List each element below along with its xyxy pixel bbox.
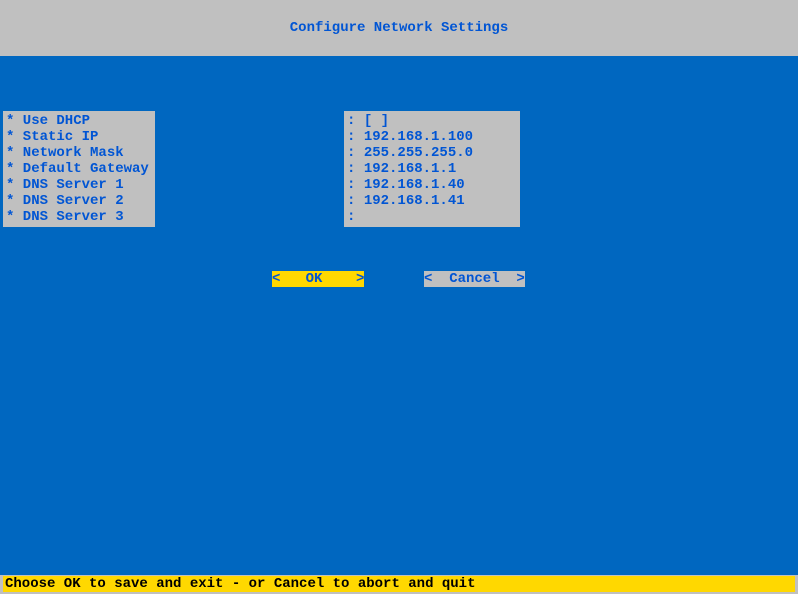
value-dns-2[interactable]: : 192.168.1.41 <box>344 193 520 209</box>
value-static-ip[interactable]: : 192.168.1.100 <box>344 129 520 145</box>
label-dns-2: * DNS Server 2 <box>3 193 155 209</box>
label-use-dhcp: * Use DHCP <box>3 113 155 129</box>
value-use-dhcp[interactable]: : [ ] <box>344 113 520 129</box>
status-bar: Choose OK to save and exit - or Cancel t… <box>3 576 795 592</box>
label-network-mask: * Network Mask <box>3 145 155 161</box>
ok-button[interactable]: < OK > <box>272 271 364 287</box>
label-default-gateway: * Default Gateway <box>3 161 155 177</box>
label-static-ip: * Static IP <box>3 129 155 145</box>
status-hint: Choose OK to save and exit - or Cancel t… <box>5 576 475 592</box>
button-row: < OK > < Cancel > <box>0 271 798 287</box>
form-values-column: : [ ] : 192.168.1.100 : 255.255.255.0 : … <box>344 111 520 227</box>
form-labels-column: * Use DHCP * Static IP * Network Mask * … <box>3 111 155 227</box>
value-dns-3[interactable]: : <box>344 209 520 225</box>
label-dns-1: * DNS Server 1 <box>3 177 155 193</box>
value-network-mask[interactable]: : 255.255.255.0 <box>344 145 520 161</box>
cancel-button[interactable]: < Cancel > <box>424 271 525 287</box>
main-panel: * Use DHCP * Static IP * Network Mask * … <box>0 56 798 575</box>
page-title: Configure Network Settings <box>290 20 508 36</box>
label-dns-3: * DNS Server 3 <box>3 209 155 225</box>
value-default-gateway[interactable]: : 192.168.1.1 <box>344 161 520 177</box>
title-bar: Configure Network Settings <box>0 0 798 56</box>
value-dns-1[interactable]: : 192.168.1.40 <box>344 177 520 193</box>
